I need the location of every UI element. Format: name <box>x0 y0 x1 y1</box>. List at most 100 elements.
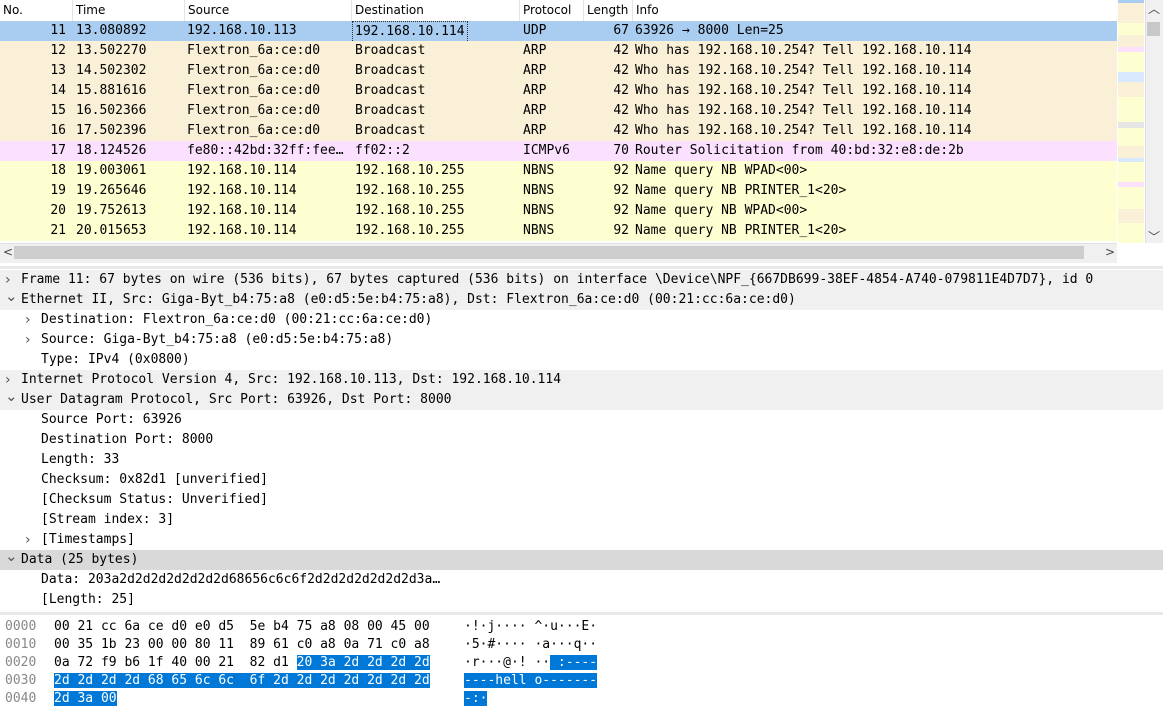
minimap-stripe <box>1118 35 1144 47</box>
packet-row[interactable]: 17 18.124526 fe80::42bd:32ff:fee… ff02::2 IC… <box>0 141 1117 161</box>
chevron-down-icon[interactable]: ⌄ <box>5 386 18 406</box>
packet-time: 18.124526 <box>76 143 147 158</box>
detail-tree-item[interactable]: [Stream index: 3] <box>0 510 1163 530</box>
detail-tree-item[interactable]: ⌄ Ethernet II, Src: Giga-Byt_b4:75:a8 (e0… <box>0 287 1163 310</box>
detail-tree-item[interactable]: › Destination: Flextron_6a:ce:d0 (00:21:c… <box>0 310 1163 330</box>
packet-source: 192.168.10.114 <box>187 183 297 198</box>
scroll-down-icon[interactable]: ﹀ <box>1148 228 1160 245</box>
packet-details-pane[interactable]: › Frame 11: 67 bytes on wire (536 bits), … <box>0 266 1163 613</box>
packet-destination: Broadcast <box>355 83 426 98</box>
detail-tree-item[interactable]: › [Timestamps] <box>0 530 1163 550</box>
scroll-left-icon[interactable]: < <box>3 245 13 259</box>
chevron-down-icon[interactable]: ⌄ <box>5 286 18 306</box>
packet-length: 42 <box>613 103 629 118</box>
column-header-time[interactable]: Time <box>73 0 185 21</box>
bytes-ascii[interactable]: ----hell o------- <box>464 672 598 690</box>
packet-list-header: No. Time Source Destination Protocol Len… <box>0 0 1117 22</box>
packet-row[interactable]: 18 19.003061 192.168.10.114 192.168.10.255 N… <box>0 161 1117 181</box>
column-header-source[interactable]: Source <box>185 0 352 21</box>
bytes-ascii-plain: ·r···@·! ·· <box>464 655 551 670</box>
chevron-right-icon[interactable]: › <box>25 310 31 330</box>
chevron-right-icon[interactable]: › <box>25 330 31 350</box>
packet-row[interactable]: 13 14.502302 Flextron_6a:ce:d0 Broadcast ARP… <box>0 61 1117 81</box>
detail-tree-item[interactable]: Destination Port: 8000 <box>0 430 1163 450</box>
packet-length: 67 <box>613 23 629 38</box>
minimap-stripe <box>1118 23 1144 35</box>
column-header-length[interactable]: Length <box>584 0 633 21</box>
chevron-right-icon[interactable]: › <box>25 530 31 550</box>
detail-tree-item[interactable]: Source Port: 63926 <box>0 410 1163 430</box>
detail-tree-item[interactable]: [Checksum Status: Unverified] <box>0 490 1163 510</box>
packet-protocol: NBNS <box>523 183 555 198</box>
detail-tree-item[interactable]: Checksum: 0x82d1 [unverified] <box>0 470 1163 490</box>
detail-tree-item[interactable]: › Source: Giga-Byt_b4:75:a8 (e0:d5:5e:b4:… <box>0 330 1163 350</box>
detail-tree-label: Type: IPv4 (0x0800) <box>41 352 190 367</box>
bytes-hex-plain: 00 21 cc 6a ce d0 e0 d5 5e b4 75 a8 08 0… <box>54 619 430 634</box>
packet-time: 17.502396 <box>76 123 147 138</box>
detail-tree-item[interactable]: Type: IPv4 (0x0800) <box>0 350 1163 370</box>
bytes-ascii[interactable]: ·r···@·! ·· :---- <box>464 654 598 672</box>
packet-row[interactable]: 12 13.502270 Flextron_6a:ce:d0 Broadcast ARP… <box>0 41 1117 61</box>
packet-list-vertical-scrollbar[interactable] <box>1145 0 1163 243</box>
packet-minimap[interactable] <box>1118 0 1144 243</box>
detail-tree-item[interactable]: Data: 203a2d2d2d2d2d2d2d68656c6c6f2d2d2d… <box>0 570 1163 590</box>
packet-row[interactable]: 16 17.502396 Flextron_6a:ce:d0 Broadcast ARP… <box>0 121 1117 141</box>
packet-time: 16.502366 <box>76 103 147 118</box>
packet-destination: ff02::2 <box>355 143 410 158</box>
bytes-hex[interactable]: 00 21 cc 6a ce d0 e0 d5 5e b4 75 a8 08 0… <box>54 618 430 636</box>
packet-bytes-pane[interactable]: 0000 00 21 cc 6a ce d0 e0 d5 5e b4 75 a8 … <box>0 612 1163 718</box>
packet-source: 192.168.10.113 <box>187 23 297 38</box>
packet-row[interactable]: 11 13.080892 192.168.10.113 192.168.10.114 U… <box>0 21 1117 43</box>
column-header-destination[interactable]: Destination <box>352 0 520 21</box>
bytes-ascii-highlighted: ----hell o------- <box>464 673 598 688</box>
vertical-scroll-thumb[interactable] <box>1147 22 1160 36</box>
detail-tree-label: Frame 11: 67 bytes on wire (536 bits), 6… <box>21 272 1094 287</box>
packet-destination: Broadcast <box>355 43 426 58</box>
detail-tree-item[interactable]: Length: 33 <box>0 450 1163 470</box>
bytes-hex[interactable]: 2d 2d 2d 2d 68 65 6c 6c 6f 2d 2d 2d 2d 2… <box>54 672 430 690</box>
detail-tree-item[interactable]: › Internet Protocol Version 4, Src: 192.1… <box>0 370 1163 390</box>
scroll-up-icon[interactable]: ︿ <box>1148 0 1160 17</box>
detail-tree-item[interactable]: › Frame 11: 67 bytes on wire (536 bits), … <box>0 270 1163 290</box>
column-header-info[interactable]: Info <box>633 0 1117 21</box>
packet-info: Who has 192.168.10.254? Tell 192.168.10.… <box>635 43 972 58</box>
bytes-ascii-highlighted: :---- <box>550 655 598 670</box>
horizontal-scroll-thumb[interactable] <box>14 246 1084 259</box>
packet-info: Name query NB PRINTER_1<20> <box>635 223 847 238</box>
packet-row[interactable]: 19 19.265646 192.168.10.114 192.168.10.255 N… <box>0 181 1117 201</box>
chevron-down-icon[interactable]: ⌄ <box>5 546 18 566</box>
packet-number: 18 <box>50 163 66 178</box>
detail-tree-item[interactable]: ⌄ Data (25 bytes) <box>0 547 1163 570</box>
bytes-ascii[interactable]: ·5·#···· ·a···q·· <box>464 636 597 654</box>
packet-row[interactable]: 20 19.752613 192.168.10.114 192.168.10.255 N… <box>0 201 1117 221</box>
packet-source: Flextron_6a:ce:d0 <box>187 103 321 118</box>
minimap-stripe <box>1118 187 1144 209</box>
minimap-stripe <box>1118 72 1144 82</box>
detail-tree-item[interactable]: ⌄ User Datagram Protocol, Src Port: 63926… <box>0 387 1163 410</box>
detail-tree-item[interactable]: [Length: 25] <box>0 590 1163 610</box>
packet-destination: 192.168.10.255 <box>355 163 465 178</box>
detail-tree-label: [Stream index: 3] <box>41 512 175 527</box>
packet-row[interactable]: 15 16.502366 Flextron_6a:ce:d0 Broadcast ARP… <box>0 101 1117 121</box>
column-header-no[interactable]: No. <box>0 0 73 21</box>
detail-tree-label: Length: 33 <box>41 452 120 467</box>
packet-time: 13.080892 <box>76 23 147 38</box>
packet-row[interactable]: 14 15.881616 Flextron_6a:ce:d0 Broadcast ARP… <box>0 81 1117 101</box>
packet-protocol: ARP <box>523 83 547 98</box>
packet-info: Who has 192.168.10.254? Tell 192.168.10.… <box>635 103 972 118</box>
packet-list-pane[interactable]: No. Time Source Destination Protocol Len… <box>0 0 1163 263</box>
column-header-protocol[interactable]: Protocol <box>520 0 584 21</box>
bytes-hex[interactable]: 2d 3a 00 <box>54 690 117 708</box>
packet-length: 92 <box>613 183 629 198</box>
scroll-right-icon[interactable]: > <box>1105 245 1115 259</box>
packet-info: Name query NB PRINTER_1<20> <box>635 183 847 198</box>
detail-tree-label: Destination: Flextron_6a:ce:d0 (00:21:cc… <box>41 312 433 327</box>
packet-length: 42 <box>613 43 629 58</box>
packet-source: 192.168.10.114 <box>187 223 297 238</box>
bytes-ascii[interactable]: ·!·j···· ^·u···E· <box>464 618 597 636</box>
bytes-ascii[interactable]: -:· <box>464 690 488 708</box>
packet-row[interactable]: 21 20.015653 192.168.10.114 192.168.10.255 N… <box>0 221 1117 241</box>
bytes-hex[interactable]: 00 35 1b 23 00 00 80 11 89 61 c0 a8 0a 7… <box>54 636 430 654</box>
bytes-hex[interactable]: 0a 72 f9 b6 1f 40 00 21 82 d1 20 3a 2d 2… <box>54 654 430 672</box>
packet-number: 14 <box>50 83 66 98</box>
